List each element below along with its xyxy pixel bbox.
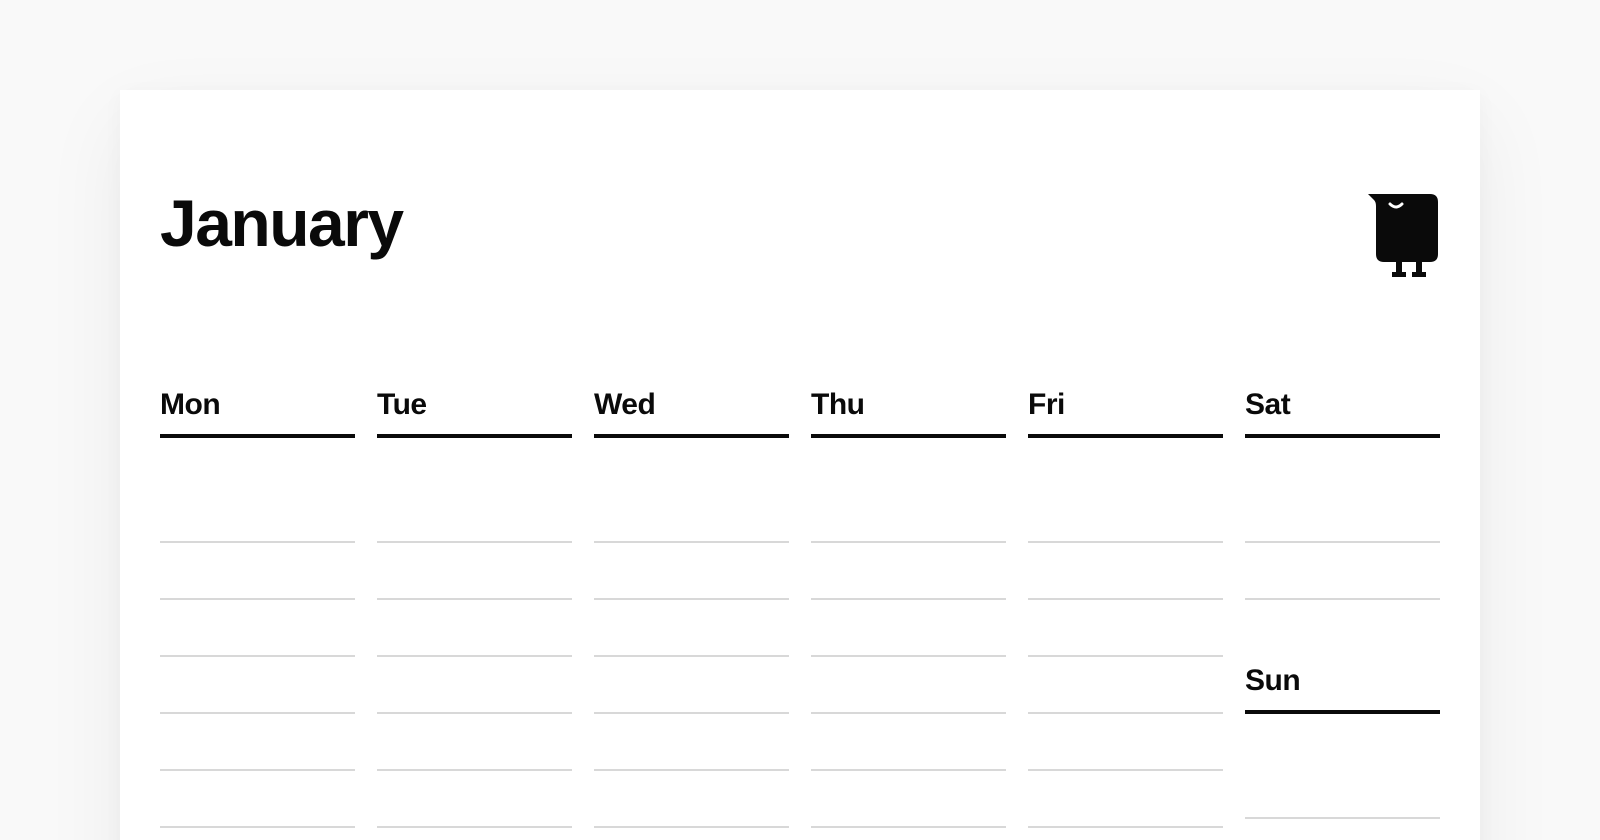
writing-line (594, 543, 789, 600)
writing-line (811, 543, 1006, 600)
calendar-sheet: January Mon (120, 90, 1480, 840)
page-background: January Mon (0, 0, 1600, 840)
day-column-wed: Wed (594, 388, 789, 840)
writing-line (1245, 486, 1440, 543)
writing-line (1245, 819, 1440, 840)
writing-line (811, 657, 1006, 714)
writing-line (811, 714, 1006, 771)
day-column-tue: Tue (377, 388, 572, 840)
day-header-sat: Sat (1245, 388, 1440, 438)
writing-line (377, 714, 572, 771)
writing-line (1028, 657, 1223, 714)
writing-line (1245, 543, 1440, 600)
writing-line (1028, 714, 1223, 771)
writing-line (594, 714, 789, 771)
week-grid: Mon Tue Wed (160, 388, 1440, 840)
writing-line (1245, 762, 1440, 819)
bird-icon (1368, 190, 1440, 278)
day-column-thu: Thu (811, 388, 1006, 840)
writing-line (160, 714, 355, 771)
writing-line (160, 771, 355, 828)
writing-line (1028, 543, 1223, 600)
day-header-sun: Sun (1245, 600, 1440, 714)
writing-line (377, 600, 572, 657)
writing-line (160, 543, 355, 600)
day-header-wed: Wed (594, 388, 789, 438)
writing-line (1028, 771, 1223, 828)
writing-line (594, 771, 789, 828)
writing-line (377, 543, 572, 600)
writing-line (160, 657, 355, 714)
writing-line (811, 771, 1006, 828)
writing-line (594, 486, 789, 543)
writing-line (1028, 600, 1223, 657)
writing-line (594, 657, 789, 714)
writing-line (160, 600, 355, 657)
writing-line (594, 600, 789, 657)
writing-line (811, 600, 1006, 657)
month-title: January (160, 190, 403, 256)
writing-line (377, 486, 572, 543)
day-header-tue: Tue (377, 388, 572, 438)
day-header-thu: Thu (811, 388, 1006, 438)
day-column-fri: Fri (1028, 388, 1223, 840)
writing-line (377, 771, 572, 828)
writing-line (811, 486, 1006, 543)
day-header-mon: Mon (160, 388, 355, 438)
day-column-weekend: Sat Sun (1245, 388, 1440, 840)
writing-line (377, 657, 572, 714)
day-header-fri: Fri (1028, 388, 1223, 438)
day-column-mon: Mon (160, 388, 355, 840)
writing-line (1028, 486, 1223, 543)
header-row: January (160, 190, 1440, 278)
writing-line (160, 486, 355, 543)
